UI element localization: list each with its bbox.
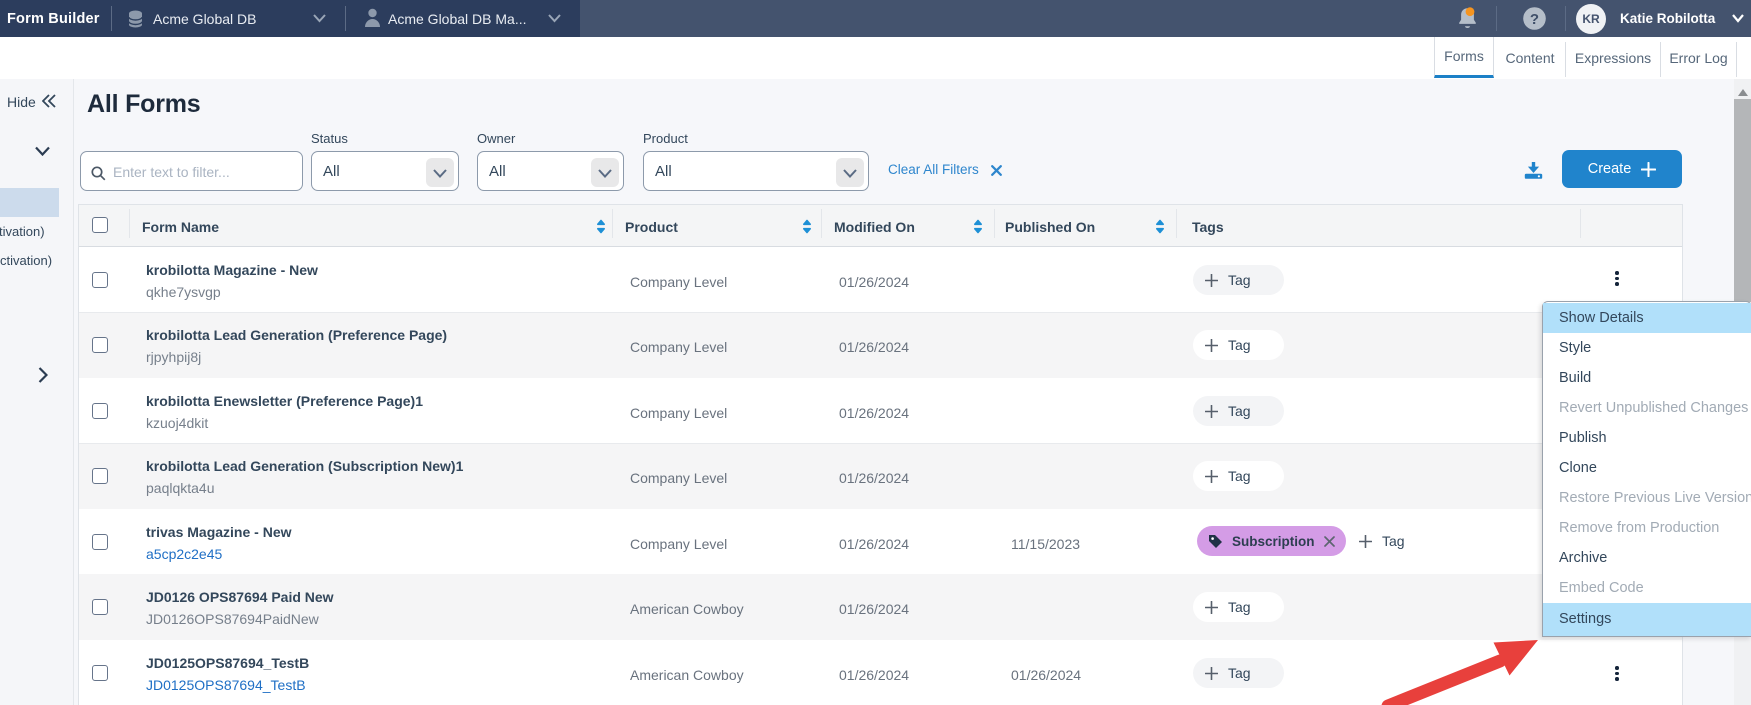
svg-text:?: ?	[1530, 11, 1539, 28]
